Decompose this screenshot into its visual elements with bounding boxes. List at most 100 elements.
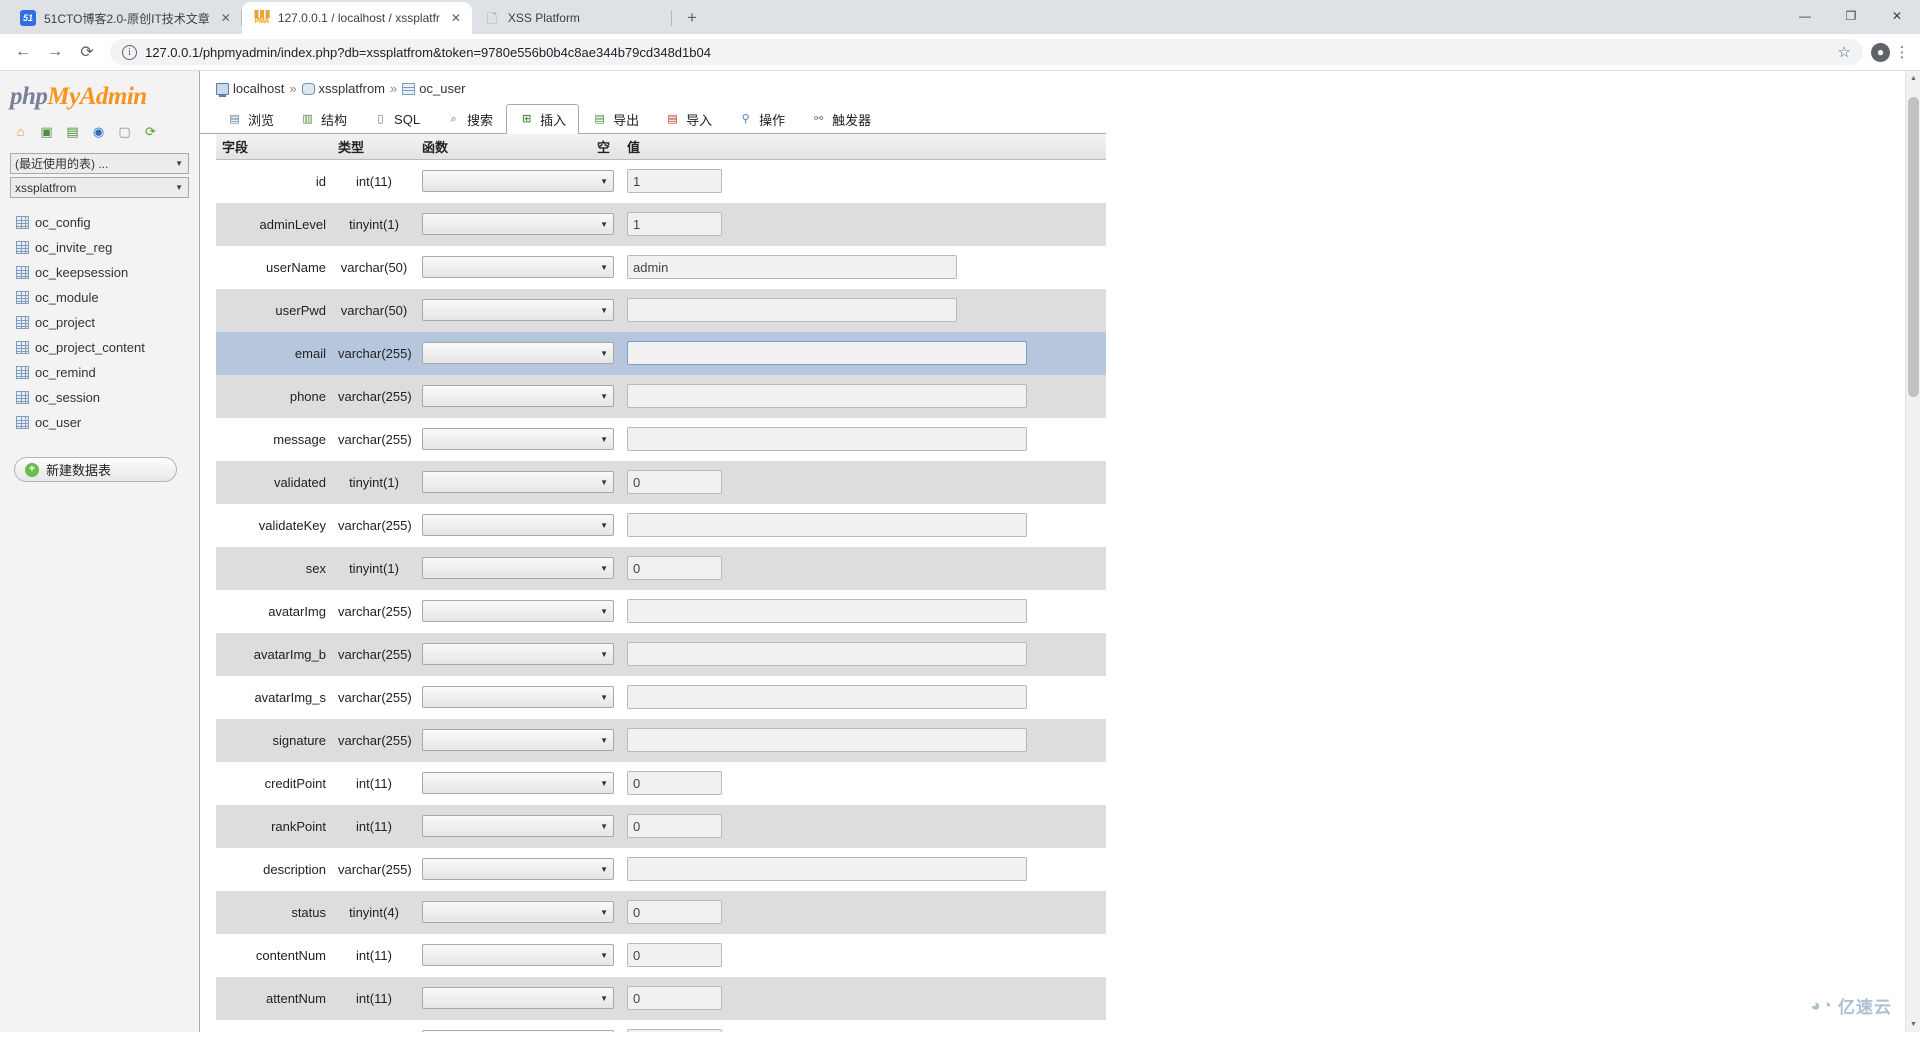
value-input[interactable] — [627, 986, 722, 1010]
reload-icon[interactable]: ⟳ — [72, 37, 102, 67]
value-input[interactable] — [627, 384, 1027, 408]
back-icon[interactable]: ← — [8, 37, 38, 67]
value-input[interactable] — [627, 900, 722, 924]
function-select[interactable] — [422, 385, 614, 407]
browser-tab-2[interactable]: 🗋 XSS Platform — [472, 2, 672, 34]
value-input[interactable] — [627, 298, 957, 322]
value-input[interactable] — [627, 599, 1027, 623]
breadcrumb-server[interactable]: localhost — [216, 81, 284, 97]
browser-tab-1[interactable]: ▮▮▮ PMA 127.0.0.1 / localhost / xssplatfr… — [241, 2, 472, 34]
recent-tables-select[interactable]: (最近使用的表) ... ▼ — [10, 153, 189, 174]
help-icon[interactable]: ◉ — [90, 123, 107, 140]
sidebar-item-oc_invite_reg[interactable]: oc_invite_reg — [16, 235, 199, 260]
tab-operations[interactable]: ⚲ 操作 — [725, 104, 798, 133]
tab-export[interactable]: ▤ 导出 — [579, 104, 652, 133]
function-select[interactable] — [422, 815, 614, 837]
logout-icon[interactable]: ▣ — [38, 123, 55, 140]
function-select[interactable] — [422, 600, 614, 622]
tab-browse[interactable]: ▤ 浏览 — [214, 104, 287, 133]
export-icon[interactable]: ▤ — [64, 123, 81, 140]
bookmark-star-icon[interactable]: ☆ — [1838, 43, 1851, 61]
tab-sql[interactable]: ▯ SQL — [360, 104, 433, 133]
function-select[interactable] — [422, 514, 614, 536]
database-select[interactable]: xssplatfrom ▼ — [10, 177, 189, 198]
new-tab-button[interactable]: + — [678, 4, 706, 32]
function-select[interactable] — [422, 1030, 614, 1032]
function-select[interactable] — [422, 944, 614, 966]
value-input[interactable] — [627, 814, 722, 838]
breadcrumb-database[interactable]: xssplatfrom — [301, 81, 385, 96]
value-input[interactable] — [627, 341, 1027, 365]
address-bar[interactable]: i 127.0.0.1/phpmyadmin/index.php?db=xssp… — [110, 39, 1863, 65]
value-input[interactable] — [627, 1029, 722, 1032]
phpmyadmin-logo[interactable]: phpMyAdmin — [0, 71, 199, 117]
sidebar-item-oc_config[interactable]: oc_config — [16, 210, 199, 235]
function-select[interactable] — [422, 686, 614, 708]
forward-icon[interactable]: → — [40, 37, 70, 67]
sidebar-item-oc_session[interactable]: oc_session — [16, 385, 199, 410]
close-window-icon[interactable]: ✕ — [1874, 0, 1920, 32]
table-name: oc_remind — [35, 365, 96, 380]
cell-field: phone — [216, 374, 332, 418]
new-table-button[interactable]: + 新建数据表 — [14, 457, 177, 482]
docs-icon[interactable]: ▢ — [116, 123, 133, 140]
value-input[interactable] — [627, 771, 722, 795]
browser-menu-icon[interactable]: ⋮ — [1892, 43, 1912, 61]
site-info-icon[interactable]: i — [122, 44, 137, 60]
scroll-down-icon[interactable]: ▼ — [1906, 1017, 1920, 1032]
function-select[interactable] — [422, 471, 614, 493]
scroll-up-icon[interactable]: ▲ — [1906, 71, 1920, 86]
scrollbar-thumb[interactable] — [1908, 97, 1919, 397]
page-scrollbar[interactable]: ▲ ▼ — [1905, 71, 1920, 1032]
insert-table-body: idint(11)▼adminLeveltinyint(1)▼userNamev… — [216, 159, 1106, 1032]
function-select[interactable] — [422, 213, 614, 235]
value-input[interactable] — [627, 728, 1027, 752]
reload-icon[interactable]: ⟳ — [142, 123, 159, 140]
tab-import[interactable]: ▤ 导入 — [652, 104, 725, 133]
function-select[interactable] — [422, 170, 614, 193]
function-select[interactable] — [422, 643, 614, 665]
breadcrumb-table[interactable]: oc_user — [402, 81, 466, 96]
sidebar-item-oc_project[interactable]: oc_project — [16, 310, 199, 335]
cell-type: varchar(255) — [332, 331, 416, 375]
cell-value — [621, 1019, 1106, 1032]
maximize-icon[interactable]: ❐ — [1828, 0, 1874, 32]
cell-function: ▼ — [416, 417, 614, 461]
function-select[interactable] — [422, 428, 614, 450]
value-input[interactable] — [627, 685, 1027, 709]
value-input[interactable] — [627, 513, 1027, 537]
function-select[interactable] — [422, 858, 614, 880]
value-input[interactable] — [627, 556, 722, 580]
function-select[interactable] — [422, 342, 614, 364]
sidebar-item-oc_remind[interactable]: oc_remind — [16, 360, 199, 385]
function-select[interactable] — [422, 987, 614, 1009]
value-input[interactable] — [627, 857, 1027, 881]
minimize-icon[interactable]: — — [1782, 0, 1828, 32]
function-select[interactable] — [422, 729, 614, 751]
close-icon[interactable]: ✕ — [218, 10, 234, 26]
sidebar-item-oc_project_content[interactable]: oc_project_content — [16, 335, 199, 360]
value-input[interactable] — [627, 470, 722, 494]
browser-tab-0[interactable]: 51 51CTO博客2.0-原创IT技术文章 ✕ — [8, 2, 242, 34]
value-input[interactable] — [627, 943, 722, 967]
value-input[interactable] — [627, 169, 722, 194]
value-input[interactable] — [627, 427, 1027, 451]
tab-insert[interactable]: ⊞ 插入 — [506, 104, 580, 134]
value-input[interactable] — [627, 255, 957, 279]
function-select[interactable] — [422, 299, 614, 321]
tab-structure[interactable]: ▥ 结构 — [287, 104, 360, 133]
function-select[interactable] — [422, 901, 614, 923]
value-input[interactable] — [627, 642, 1027, 666]
sidebar-item-oc_keepsession[interactable]: oc_keepsession — [16, 260, 199, 285]
function-select[interactable] — [422, 256, 614, 278]
function-select[interactable] — [422, 772, 614, 794]
account-icon[interactable]: ● — [1871, 42, 1890, 62]
value-input[interactable] — [627, 212, 722, 236]
sidebar-item-oc_module[interactable]: oc_module — [16, 285, 199, 310]
home-icon[interactable]: ⌂ — [12, 123, 29, 140]
close-icon[interactable]: ✕ — [448, 10, 464, 26]
function-select[interactable] — [422, 557, 614, 579]
tab-search[interactable]: ⌕ 搜索 — [433, 104, 506, 133]
sidebar-item-oc_user[interactable]: oc_user — [16, 410, 199, 435]
tab-triggers[interactable]: ⚯ 触发器 — [798, 104, 884, 133]
